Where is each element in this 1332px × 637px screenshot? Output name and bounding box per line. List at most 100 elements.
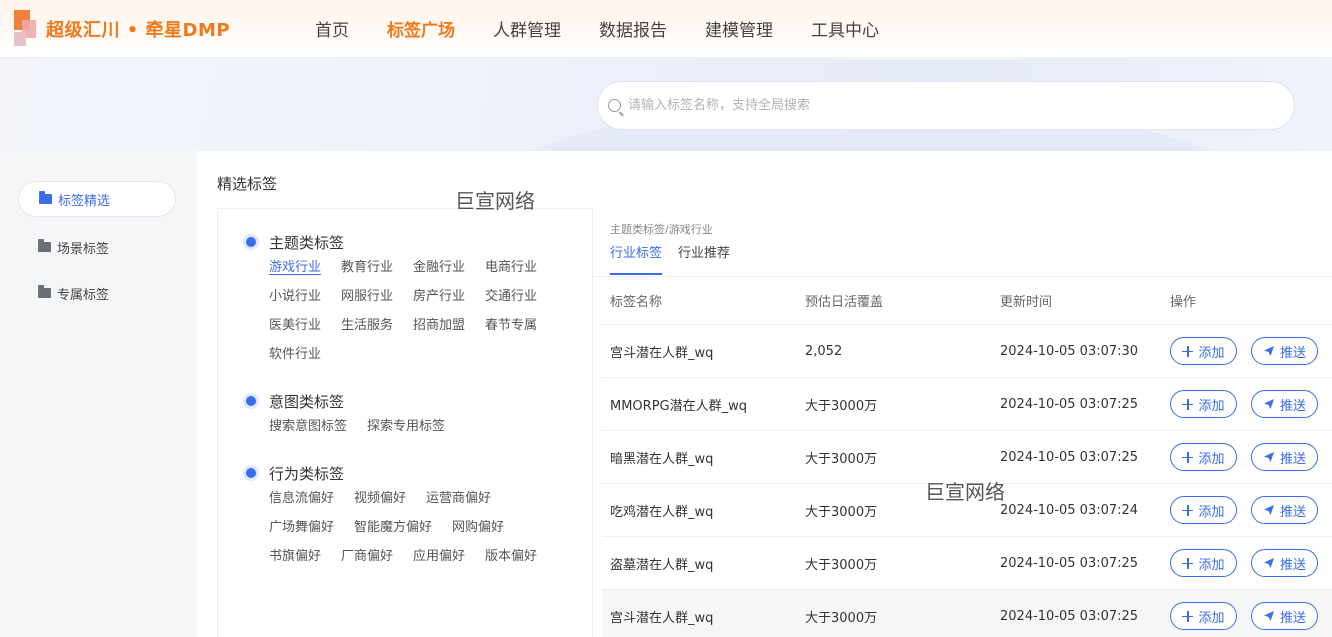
nav-data-report[interactable]: 数据报告 <box>599 16 667 41</box>
plus-icon <box>1182 398 1194 410</box>
category-tag[interactable]: 应用偏好 <box>413 542 465 571</box>
category-tag[interactable]: 教育行业 <box>341 253 393 282</box>
cell-coverage: 大于3000万 <box>805 610 878 626</box>
add-button[interactable]: 添加 <box>1170 602 1237 630</box>
nav-tag-square[interactable]: 标签广场 <box>387 16 455 41</box>
category-tag[interactable]: 搜索意图标签 <box>269 412 347 441</box>
category-tag[interactable]: 生活服务 <box>341 311 393 340</box>
folder-icon <box>38 285 51 298</box>
cell-tag-name: 宫斗潜在人群_wq <box>610 610 714 626</box>
category-tag[interactable]: 智能魔方偏好 <box>354 513 432 542</box>
table-row: 宫斗潜在人群_wq 大于3000万 2024-10-05 03:07:25 添加 推送 <box>602 590 1332 637</box>
category-tag[interactable]: 招商加盟 <box>413 311 465 340</box>
add-button-label: 添加 <box>1198 504 1225 520</box>
push-button[interactable]: 推送 <box>1251 390 1318 418</box>
cell-actions: 添加 推送 <box>1162 443 1332 471</box>
plus-icon <box>1182 557 1194 569</box>
category-tag[interactable]: 广场舞偏好 <box>269 513 334 542</box>
push-button[interactable]: 推送 <box>1251 602 1318 630</box>
push-button[interactable]: 推送 <box>1251 337 1318 365</box>
global-search-box[interactable] <box>597 81 1295 130</box>
category-tag[interactable]: 游戏行业 <box>269 253 321 282</box>
push-button[interactable]: 推送 <box>1251 443 1318 471</box>
category-panel: 主题类标签 游戏行业 教育行业 金融行业 电商行业 小说行业 网服行业 房产行业… <box>217 208 593 637</box>
category-tag[interactable]: 软件行业 <box>269 340 321 369</box>
table-row: 宫斗潜在人群_wq 2,052 2024-10-05 03:07:30 添加 推送 <box>602 325 1332 378</box>
cell-coverage: 大于3000万 <box>805 557 878 573</box>
category-tag[interactable]: 书旗偏好 <box>269 542 321 571</box>
cell-tag-name: 暗黑潜在人群_wq <box>610 451 714 467</box>
category-group-behavior: 行为类标签 信息流偏好 视频偏好 运营商偏好 广场舞偏好 智能魔方偏好 网购偏好… <box>246 462 589 571</box>
category-heading: 行为类标签 <box>246 462 589 484</box>
category-tag[interactable]: 运营商偏好 <box>426 484 491 513</box>
nav-audience-management[interactable]: 人群管理 <box>493 16 561 41</box>
category-tag[interactable]: 房产行业 <box>413 282 465 311</box>
sidebar-item-label: 场景标签 <box>57 241 110 257</box>
cell-updated-time: 2024-10-05 03:07:30 <box>1000 343 1139 359</box>
sidebar-item-exclusive-tags[interactable]: 专属标签 <box>18 275 176 311</box>
sidebar-item-scene-tags[interactable]: 场景标签 <box>18 229 176 265</box>
nav-home[interactable]: 首页 <box>315 16 349 41</box>
table-row: MMORPG潜在人群_wq 大于3000万 2024-10-05 03:07:25 添… <box>602 378 1332 431</box>
sidebar-item-featured-tags[interactable]: 标签精选 <box>18 181 176 217</box>
cell-tag-name: 盗墓潜在人群_wq <box>610 557 714 573</box>
push-button-label: 推送 <box>1279 557 1306 573</box>
add-button[interactable]: 添加 <box>1170 496 1237 524</box>
category-heading: 主题类标签 <box>246 231 589 253</box>
main-content: 精选标签 主题类标签 游戏行业 教育行业 金融行业 电商行业 小说行业 网服行业… <box>197 151 1332 637</box>
send-icon <box>1263 399 1274 409</box>
push-button[interactable]: 推送 <box>1251 549 1318 577</box>
add-button[interactable]: 添加 <box>1170 390 1237 418</box>
push-button-label: 推送 <box>1279 398 1306 414</box>
main-nav: 首页 标签广场 人群管理 数据报告 建模管理 工具中心 <box>296 0 898 56</box>
add-button-label: 添加 <box>1198 398 1225 414</box>
nav-tool-center[interactable]: 工具中心 <box>811 16 879 41</box>
category-title: 主题类标签 <box>269 233 345 252</box>
category-tag[interactable]: 厂商偏好 <box>341 542 393 571</box>
app-logo[interactable]: 超级汇川 • 牵星DMP <box>14 10 230 48</box>
cell-updated-time: 2024-10-05 03:07:25 <box>1000 555 1139 571</box>
category-tag[interactable]: 电商行业 <box>485 253 537 282</box>
bullet-dot-icon <box>246 396 256 406</box>
category-tag[interactable]: 版本偏好 <box>485 542 537 571</box>
category-tag[interactable]: 小说行业 <box>269 282 321 311</box>
cell-actions: 添加 推送 <box>1162 549 1332 577</box>
push-button-label: 推送 <box>1279 451 1306 467</box>
tab-industry-tags[interactable]: 行业标签 <box>610 241 663 275</box>
cell-updated-time: 2024-10-05 03:07:24 <box>1000 502 1139 518</box>
add-button-label: 添加 <box>1198 345 1225 361</box>
category-tag[interactable]: 交通行业 <box>485 282 537 311</box>
cell-tag-name: 宫斗潜在人群_wq <box>610 345 714 361</box>
send-icon <box>1263 505 1274 515</box>
category-tag[interactable]: 春节专属 <box>485 311 537 340</box>
push-button[interactable]: 推送 <box>1251 496 1318 524</box>
add-button[interactable]: 添加 <box>1170 549 1237 577</box>
cell-actions: 添加 推送 <box>1162 602 1332 630</box>
category-heading: 意图类标签 <box>246 390 589 412</box>
category-tag[interactable]: 网购偏好 <box>452 513 504 542</box>
add-button[interactable]: 添加 <box>1170 337 1237 365</box>
category-tag[interactable]: 网服行业 <box>341 282 393 311</box>
sidebar: 标签精选 场景标签 专属标签 <box>0 151 196 637</box>
bullet-dot-icon <box>246 468 256 478</box>
column-header-coverage: 预估日活覆盖 <box>805 295 884 310</box>
nav-modeling-management[interactable]: 建模管理 <box>705 16 773 41</box>
breadcrumb: 主题类标签/游戏行业 <box>610 223 713 236</box>
add-button-label: 添加 <box>1198 557 1225 573</box>
search-input[interactable] <box>628 98 1228 113</box>
send-icon <box>1263 346 1274 356</box>
category-tag[interactable]: 探索专用标签 <box>367 412 445 441</box>
category-title: 行为类标签 <box>269 464 345 483</box>
search-icon <box>608 99 621 112</box>
category-tag[interactable]: 信息流偏好 <box>269 484 334 513</box>
add-button[interactable]: 添加 <box>1170 443 1237 471</box>
category-tag[interactable]: 医美行业 <box>269 311 321 340</box>
plus-icon <box>1182 504 1194 516</box>
tab-industry-recommend[interactable]: 行业推荐 <box>678 241 730 275</box>
send-icon <box>1263 558 1274 568</box>
category-tag[interactable]: 视频偏好 <box>354 484 406 513</box>
category-group-intent: 意图类标签 搜索意图标签 探索专用标签 <box>246 390 589 441</box>
search-banner <box>0 59 1332 151</box>
app-title: 超级汇川 • 牵星DMP <box>46 20 231 41</box>
category-tag[interactable]: 金融行业 <box>413 253 465 282</box>
